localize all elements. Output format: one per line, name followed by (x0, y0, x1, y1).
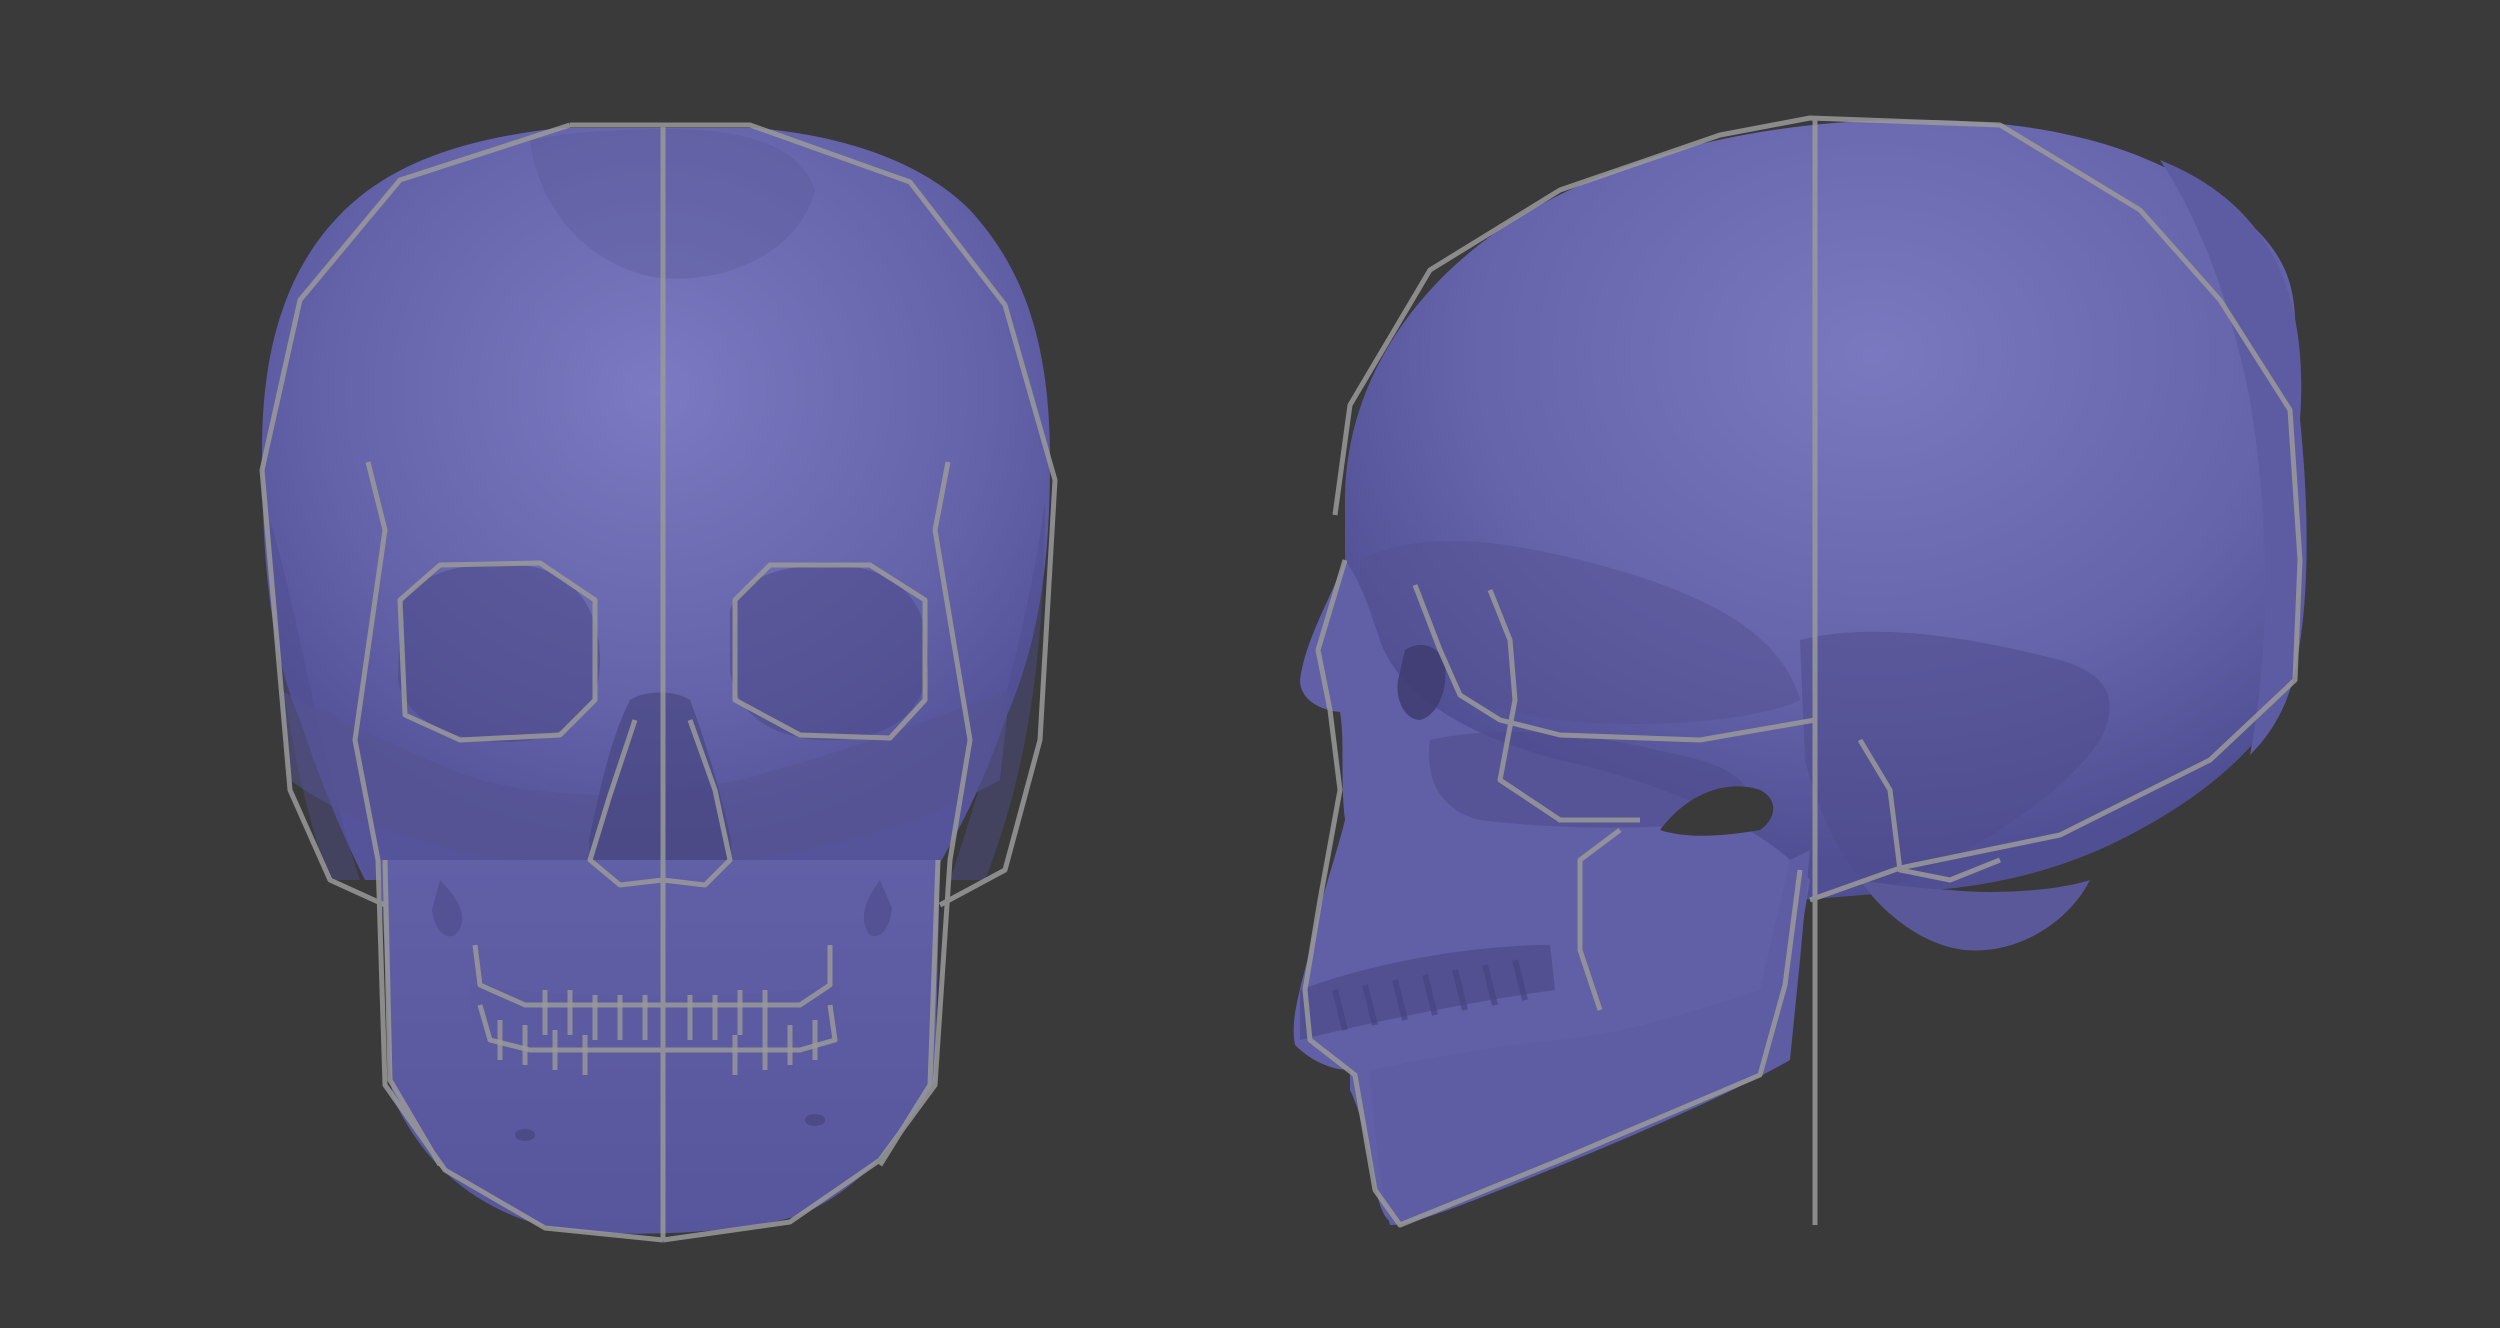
mental-foramen-right (805, 1114, 825, 1126)
mental-foramen-left (515, 1129, 535, 1141)
skull-front-view[interactable] (259, 122, 1058, 1243)
scene-canvas (259, 115, 2307, 1243)
eye-orbit-left (398, 564, 600, 742)
skull-side-view[interactable] (1293, 115, 2307, 1228)
viewport-3d[interactable] (0, 0, 2500, 1328)
mastoid-side (1860, 880, 2090, 951)
